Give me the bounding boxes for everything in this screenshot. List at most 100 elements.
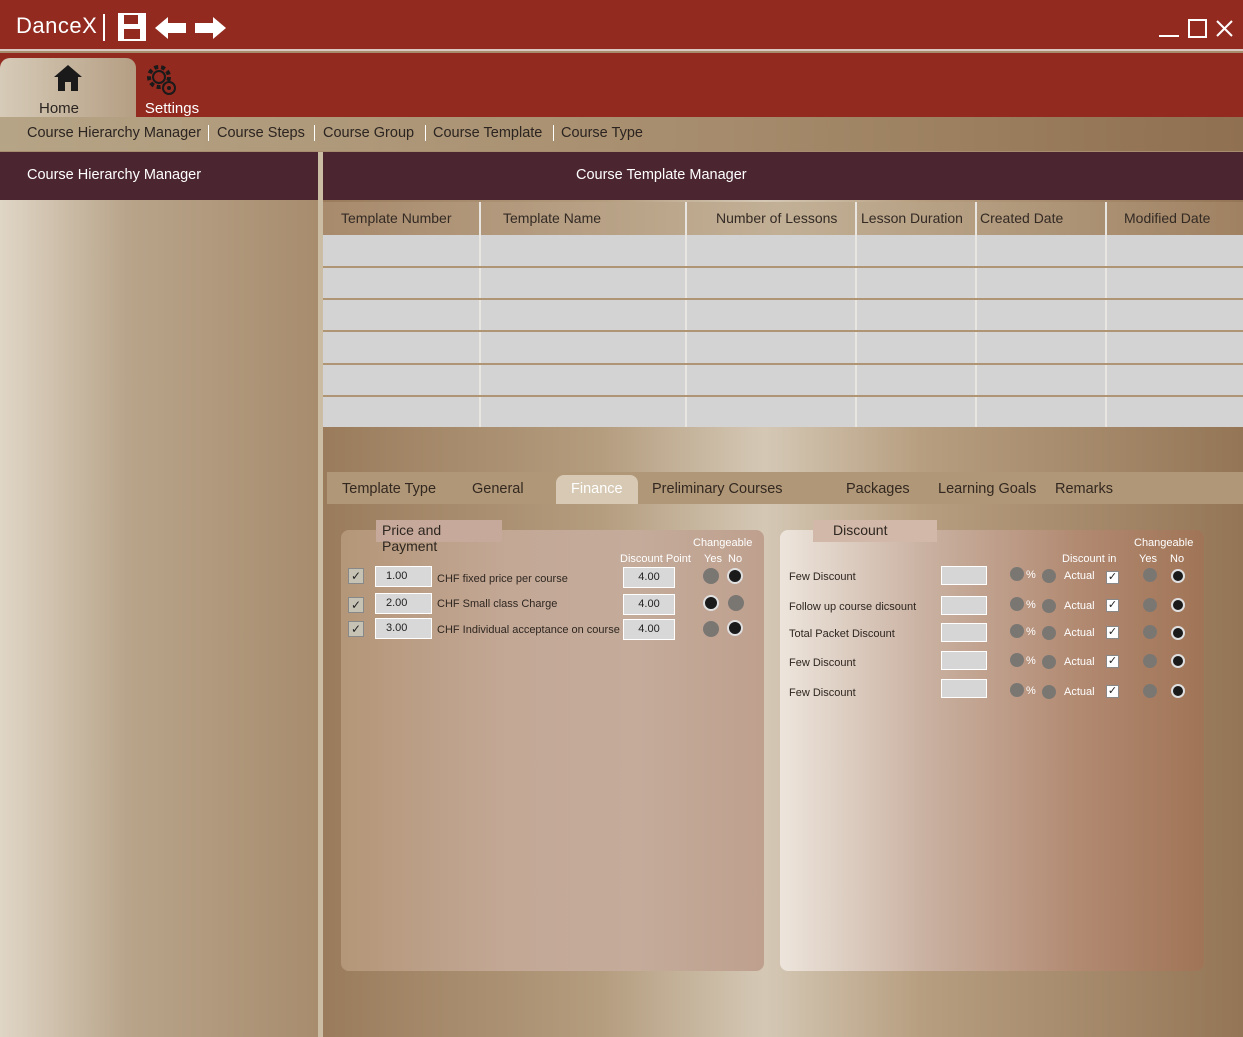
changeable-no-radio[interactable] (727, 568, 743, 584)
price-value-field[interactable]: 2.00 (375, 593, 432, 614)
save-icon[interactable] (117, 12, 147, 47)
discount-in-checkbox[interactable]: ✓ (1106, 626, 1119, 639)
subnav-course-group[interactable]: Course Group (323, 125, 414, 141)
no-label: No (728, 553, 743, 565)
percent-radio[interactable] (1010, 683, 1024, 697)
actual-radio[interactable] (1042, 655, 1056, 669)
left-panel-title: Course Hierarchy Manager (27, 167, 202, 183)
price-row-checkbox[interactable]: ✓ (348, 568, 364, 584)
discount-in-checkbox[interactable]: ✓ (1106, 655, 1119, 668)
table-row[interactable] (323, 298, 1243, 300)
changeable-no-radio[interactable] (1171, 626, 1185, 640)
discount-value-field[interactable] (941, 679, 987, 698)
discount-in-checkbox[interactable]: ✓ (1106, 685, 1119, 698)
discount-in-checkbox[interactable]: ✓ (1106, 571, 1119, 584)
changeable-yes-radio[interactable] (1143, 598, 1157, 612)
tab-settings[interactable]: Settings (142, 58, 202, 117)
title-bar: DanceX (0, 0, 1243, 51)
sub-navigation: Course Hierarchy Manager Course Steps Co… (0, 117, 1243, 151)
back-arrow-icon[interactable] (155, 17, 187, 44)
tab-remarks[interactable]: Remarks (1055, 481, 1113, 497)
changeable-yes-radio[interactable] (703, 595, 719, 611)
table-row[interactable] (323, 266, 1243, 268)
changeable-no-radio[interactable] (728, 595, 744, 611)
actual-radio[interactable] (1042, 569, 1056, 583)
changeable-yes-radio[interactable] (1143, 684, 1157, 698)
subnav-course-steps[interactable]: Course Steps (217, 125, 305, 141)
table-row[interactable] (323, 395, 1243, 397)
tab-template-type[interactable]: Template Type (342, 481, 436, 497)
column-divider (479, 202, 481, 427)
discount-in-checkbox[interactable]: ✓ (1106, 599, 1119, 612)
discount-point-field[interactable]: 4.00 (623, 619, 675, 640)
table-row[interactable] (323, 330, 1243, 332)
discount-value-field[interactable] (941, 651, 987, 670)
changeable-yes-radio[interactable] (703, 568, 719, 584)
right-panel-header: Course Template Manager (323, 152, 1243, 200)
column-divider (1105, 202, 1107, 427)
home-icon (0, 64, 136, 94)
price-row-checkbox[interactable]: ✓ (348, 597, 364, 613)
actual-radio[interactable] (1042, 685, 1056, 699)
discount-value-field[interactable] (941, 596, 987, 615)
actual-radio[interactable] (1042, 599, 1056, 613)
yes-label: Yes (704, 553, 722, 565)
discount-row-label: Few Discount (789, 571, 856, 583)
discount-group: Discount Changeable Discount in Yes No F… (780, 520, 1204, 971)
subnav-course-type[interactable]: Course Type (561, 125, 643, 141)
no-label: No (1170, 553, 1185, 565)
tab-preliminary-courses[interactable]: Preliminary Courses (652, 481, 783, 497)
changeable-no-radio[interactable] (727, 620, 743, 636)
changeable-yes-radio[interactable] (1143, 654, 1157, 668)
tab-packages[interactable]: Packages (846, 481, 910, 497)
discount-value-field[interactable] (941, 566, 987, 585)
changeable-no-radio[interactable] (1171, 654, 1185, 668)
changeable-no-radio[interactable] (1171, 684, 1185, 698)
percent-radio[interactable] (1010, 597, 1024, 611)
actual-radio[interactable] (1042, 626, 1056, 640)
changeable-yes-radio[interactable] (703, 621, 719, 637)
forward-arrow-icon[interactable] (195, 17, 227, 44)
subnav-course-template[interactable]: Course Template (433, 125, 542, 141)
price-value-field[interactable]: 1.00 (375, 566, 432, 587)
column-lesson-duration[interactable]: Lesson Duration (861, 210, 963, 226)
column-divider (975, 202, 977, 427)
discount-row-label: Few Discount (789, 687, 856, 699)
subnav-separator (208, 125, 209, 141)
subnav-course-hierarchy-manager[interactable]: Course Hierarchy Manager (27, 125, 201, 141)
template-table[interactable]: Template Number Template Name Number of … (323, 202, 1243, 427)
column-modified-date[interactable]: Modified Date (1124, 210, 1210, 226)
discount-in-label: Discount in (1062, 553, 1117, 565)
percent-radio[interactable] (1010, 653, 1024, 667)
column-template-name[interactable]: Template Name (503, 210, 601, 226)
discount-row-label: Follow up course dicsount (789, 601, 917, 613)
price-row-checkbox[interactable]: ✓ (348, 621, 364, 637)
discount-value-field[interactable] (941, 623, 987, 642)
tab-finance[interactable]: Finance (556, 475, 638, 504)
price-value-field[interactable]: 3.00 (375, 618, 432, 639)
maximize-icon[interactable] (1188, 18, 1208, 43)
discount-point-field[interactable]: 4.00 (623, 567, 675, 588)
changeable-yes-radio[interactable] (1143, 625, 1157, 639)
discount-row-label: Few Discount (789, 657, 856, 669)
discount-point-field[interactable]: 4.00 (623, 594, 675, 615)
column-created-date[interactable]: Created Date (980, 210, 1063, 226)
column-divider (685, 202, 687, 427)
changeable-yes-radio[interactable] (1143, 568, 1157, 582)
tab-home[interactable]: Home (0, 58, 136, 117)
column-template-number[interactable]: Template Number (341, 210, 452, 226)
table-row[interactable] (323, 363, 1243, 365)
tab-learning-goals[interactable]: Learning Goals (938, 481, 1036, 497)
column-number-of-lessons[interactable]: Number of Lessons (716, 210, 837, 226)
close-icon[interactable] (1216, 18, 1234, 43)
actual-label: Actual (1064, 686, 1095, 698)
price-and-payment-group: Price and Payment Changeable Discount Po… (341, 520, 764, 971)
percent-radio[interactable] (1010, 567, 1024, 581)
percent-label: % (1026, 599, 1036, 611)
percent-radio[interactable] (1010, 624, 1024, 638)
actual-label: Actual (1064, 600, 1095, 612)
changeable-no-radio[interactable] (1171, 569, 1185, 583)
minimize-icon[interactable] (1158, 18, 1180, 43)
tab-general[interactable]: General (472, 481, 524, 497)
changeable-no-radio[interactable] (1171, 598, 1185, 612)
